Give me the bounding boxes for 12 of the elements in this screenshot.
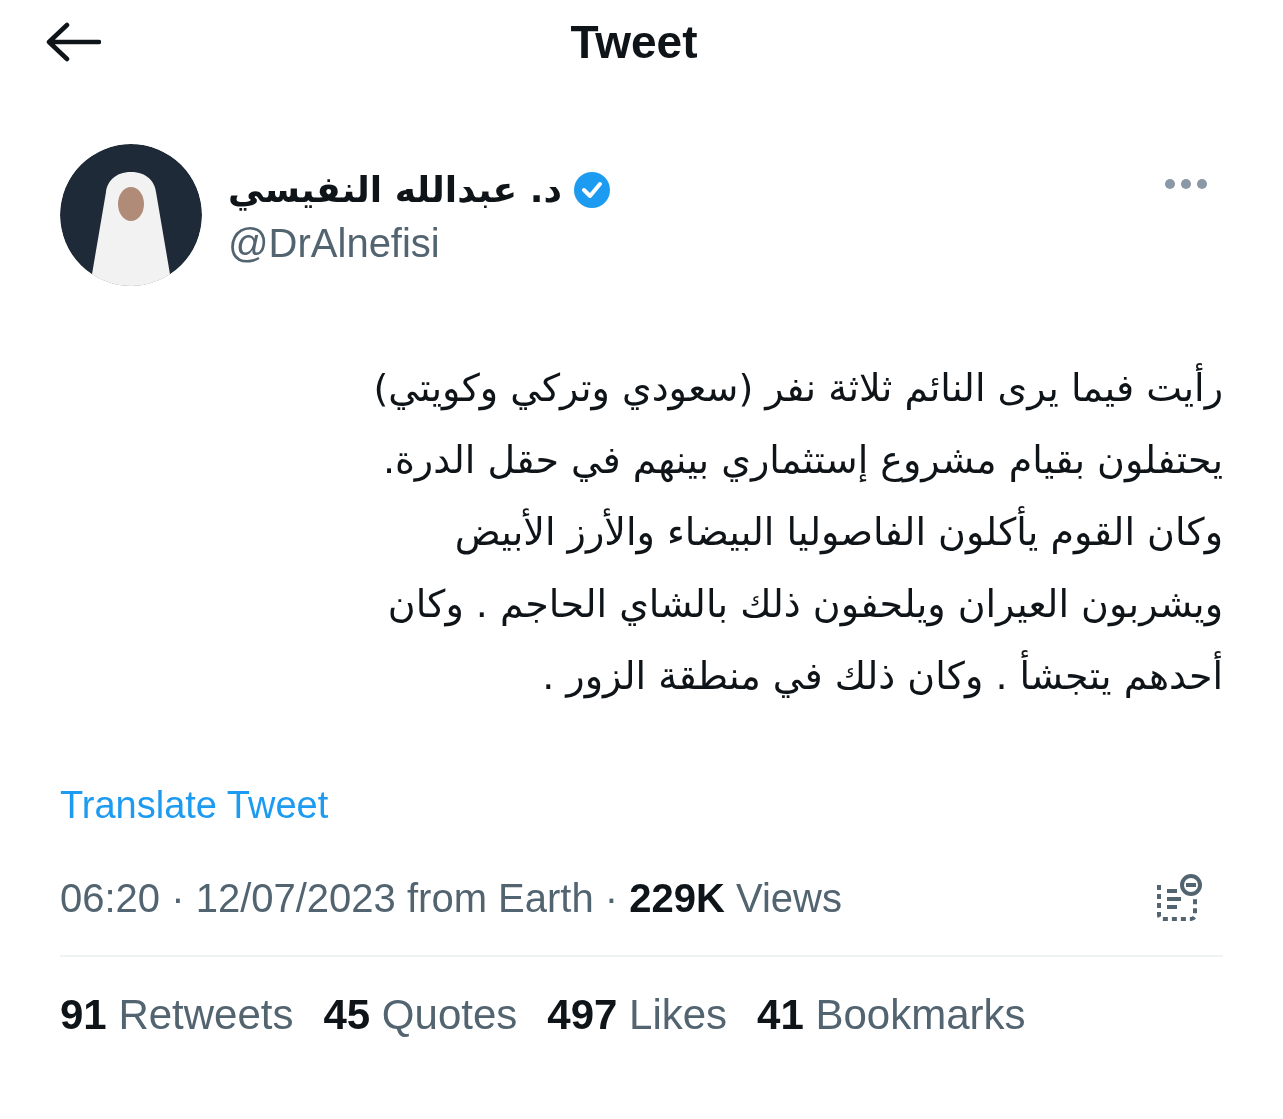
back-arrow-icon[interactable] <box>45 22 101 62</box>
retweets-count-link[interactable]: 91 Retweets <box>60 991 294 1039</box>
avatar-icon[interactable] <box>60 144 202 286</box>
likes-count-link[interactable]: 497 Likes <box>547 991 728 1039</box>
tweet-text: رأيت فيما يرى النائم ثلاثة نفر (سعودي وتركي وكويتي) يحتفلون بقيام مشروع إستثماري بينهم في حقل الدرة. وكان القوم يأكلون الفاصوليا البيضاء والأرز الأبيض ويشربون العيران ويلحفون ذلك بالشاي الحاجم . وكان أحدهم يتجشأ . وكان ذلك في منطقة الزور . <box>45 352 1223 712</box>
user-name[interactable]: د. عبدالله النفيسي <box>228 164 562 215</box>
user-handle[interactable]: @DrAlnefisi <box>228 220 1164 266</box>
tweet-meta: 06:20 · 12/07/2023 from Earth · 229K Views <box>60 875 842 921</box>
quotes-count-link[interactable]: 45 Quotes <box>323 991 518 1039</box>
more-options-icon[interactable] <box>1164 178 1208 190</box>
bookmarks-count-link[interactable]: 41 Bookmarks <box>757 991 1026 1039</box>
page-title: Tweet <box>570 15 698 69</box>
